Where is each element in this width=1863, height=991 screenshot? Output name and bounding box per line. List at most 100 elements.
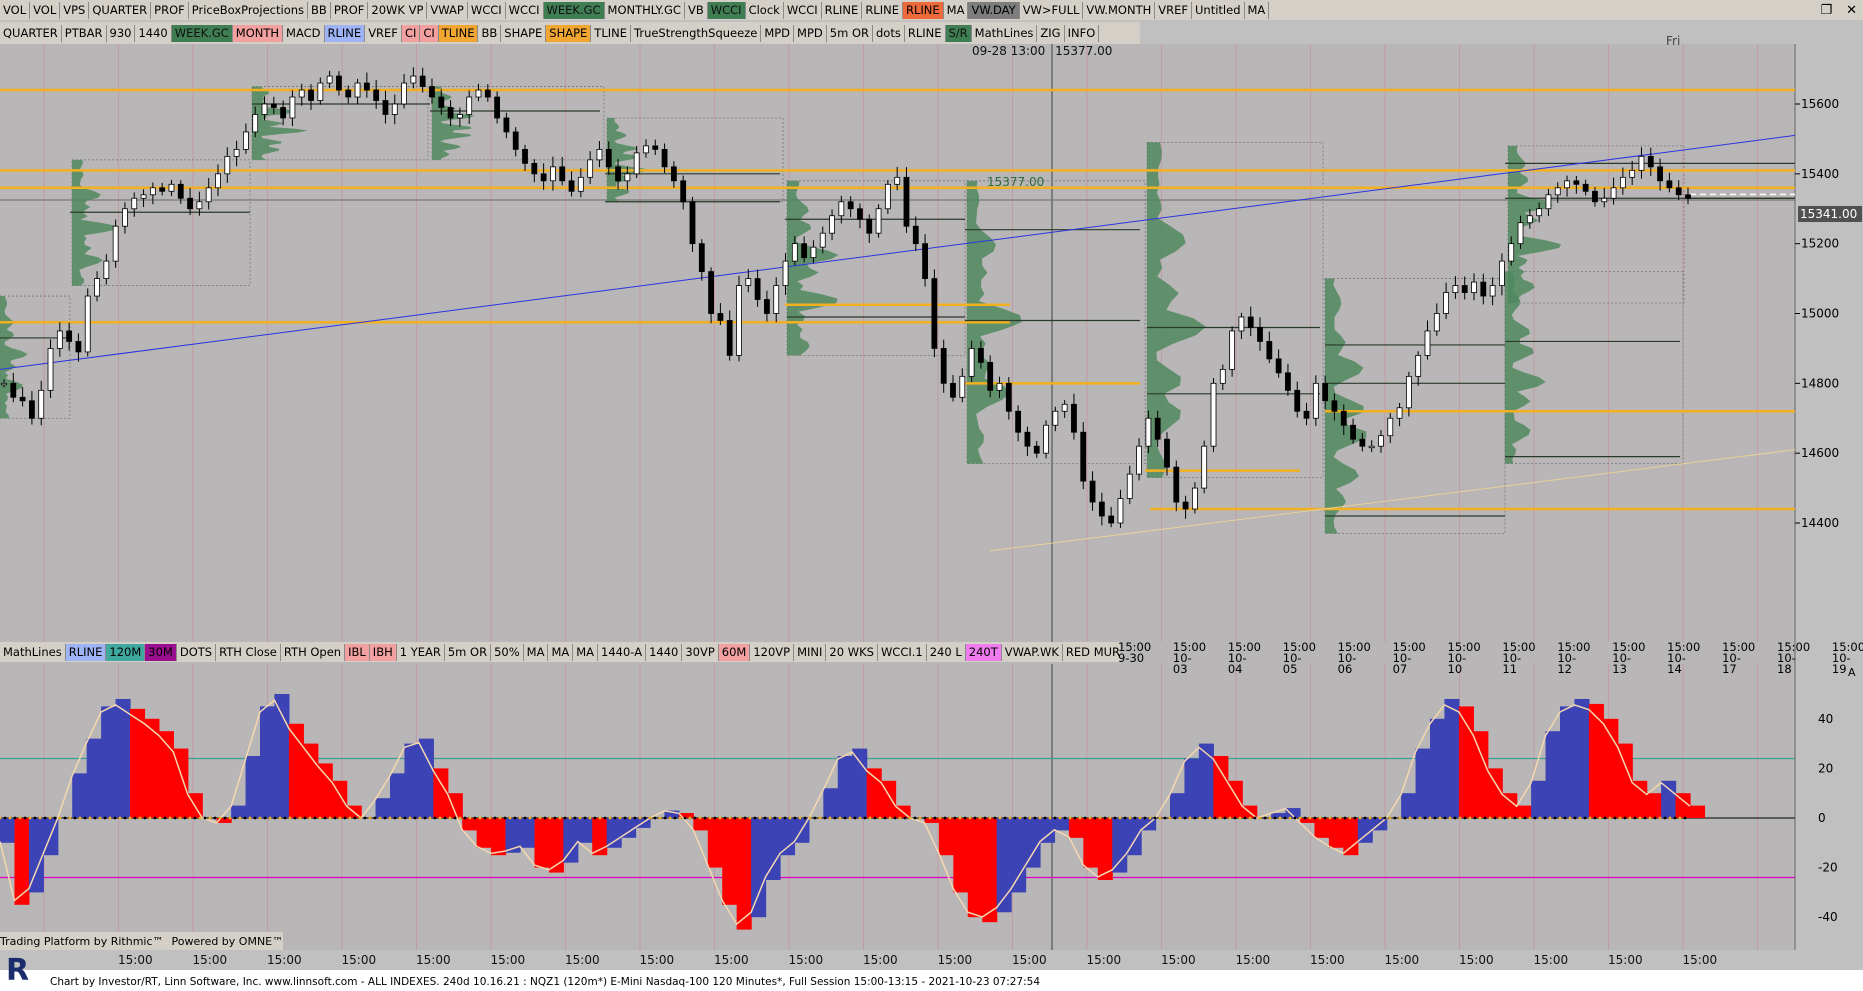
indicator-button-23[interactable]: MathLines — [972, 24, 1038, 42]
tool-button-5[interactable]: PriceBoxProjections — [189, 1, 309, 19]
tool-button-26[interactable]: Untitled — [1192, 1, 1245, 19]
tool-button-13[interactable]: MONTHLY.GC — [605, 1, 685, 19]
indicator-button-1[interactable]: PTBAR — [62, 24, 107, 42]
tool-button-22[interactable]: VW.DAY — [968, 1, 1020, 19]
tool-button-15[interactable]: WCCI — [707, 1, 746, 19]
overlay-button-20[interactable]: MINI — [794, 643, 827, 661]
overlay-button-24[interactable]: 240T — [965, 643, 1002, 661]
tool-button-3[interactable]: QUARTER — [89, 1, 152, 19]
candle-body — [1294, 389, 1301, 412]
tool-button-19[interactable]: RLINE — [862, 1, 903, 19]
indicator-button-18[interactable]: MPD — [794, 24, 827, 42]
overlay-button-10[interactable]: 5m OR — [445, 643, 492, 661]
indicator-button-20[interactable]: dots — [873, 24, 905, 42]
restore-icon[interactable]: ❐ — [1820, 3, 1832, 18]
indicator-button-25[interactable]: INFO — [1065, 24, 1100, 42]
overlay-button-3[interactable]: 30M — [145, 643, 177, 661]
tool-button-27[interactable]: MA — [1245, 1, 1270, 19]
overlay-button-22[interactable]: WCCI.1 — [878, 643, 927, 661]
indicator-button-22[interactable]: S/R — [945, 24, 972, 42]
candle-body — [1322, 382, 1329, 402]
indicator-button-0[interactable]: QUARTER — [0, 24, 62, 42]
indicator-button-17[interactable]: MPD — [761, 24, 795, 42]
overlay-button-4[interactable]: DOTS — [177, 643, 217, 661]
indicator-button-8[interactable]: VREF — [365, 24, 402, 42]
overlay-button-11[interactable]: 50% — [491, 643, 524, 661]
indicator-button-13[interactable]: SHAPE — [501, 24, 547, 42]
overlay-button-19[interactable]: 120VP — [750, 643, 795, 661]
tool-button-14[interactable]: VB — [685, 1, 708, 19]
indicator-button-24[interactable]: ZIG — [1037, 24, 1065, 42]
overlay-button-7[interactable]: IBL — [345, 643, 370, 661]
window-controls: ❐ ✕ — [1820, 0, 1857, 20]
price-chart[interactable]: 15600 15400 15200 15000 14800 14600 14400 15377… — [0, 44, 1863, 664]
indicator-button-7[interactable]: RLINE — [324, 24, 366, 42]
indicator-button-3[interactable]: 1440 — [135, 24, 172, 42]
overlay-button-13[interactable]: MA — [548, 643, 574, 661]
tool-button-24[interactable]: VW.MONTH — [1083, 1, 1156, 19]
overlay-button-25[interactable]: VWAP.WK — [1002, 643, 1063, 661]
overlay-button-5[interactable]: RTH Close — [216, 643, 281, 661]
osc-zero-dot — [1063, 816, 1067, 820]
indicator-button-15[interactable]: TLINE — [591, 24, 631, 42]
overlay-button-15[interactable]: 1440-A — [598, 643, 647, 661]
tool-button-11[interactable]: WCCI — [506, 1, 544, 19]
tool-button-7[interactable]: PROF — [331, 1, 369, 19]
indicator-button-14[interactable]: SHAPE — [546, 24, 592, 42]
overlay-button-8[interactable]: IBH — [369, 643, 397, 661]
close-icon[interactable]: ✕ — [1846, 3, 1857, 18]
date-tick: 15:00 10-13 — [1612, 641, 1645, 675]
tool-button-2[interactable]: VPS — [60, 1, 90, 19]
tool-button-0[interactable]: VOL — [0, 1, 31, 19]
tool-button-18[interactable]: RLINE — [822, 1, 863, 19]
tool-button-4[interactable]: PROF — [151, 1, 189, 19]
indicator-button-11[interactable]: TLINE — [438, 24, 479, 42]
overlay-button-0[interactable]: MathLines — [0, 643, 66, 661]
overlay-button-2[interactable]: 120M — [106, 643, 146, 661]
overlay-button-1[interactable]: RLINE — [65, 643, 107, 661]
tool-button-9[interactable]: VWAP — [427, 1, 468, 19]
tool-button-12[interactable]: WEEK.GC — [543, 1, 605, 19]
indicator-button-4[interactable]: WEEK.GC — [171, 24, 233, 42]
osc-zero-dot — [1463, 816, 1467, 820]
indicator-button-16[interactable]: TrueStrengthSqueeze — [631, 24, 762, 42]
overlay-button-17[interactable]: 30VP — [682, 643, 719, 661]
candle-body — [922, 243, 928, 279]
overlay-button-18[interactable]: 60M — [718, 643, 751, 661]
tool-button-21[interactable]: MA — [944, 1, 969, 19]
overlay-button-26[interactable]: RED MURRAY — [1063, 644, 1120, 661]
indicator-button-9[interactable]: CI — [401, 24, 421, 42]
indicator-button-2[interactable]: 930 — [107, 24, 136, 42]
tool-button-16[interactable]: Clock — [746, 1, 784, 19]
indicator-button-12[interactable]: BB — [478, 24, 502, 42]
indicator-button-19[interactable]: 5m OR — [827, 24, 873, 42]
tool-button-1[interactable]: VOL — [30, 1, 61, 19]
overlay-button-6[interactable]: RTH Open — [281, 643, 346, 661]
indicator-button-5[interactable]: MONTH — [232, 24, 284, 42]
candle-body — [1517, 222, 1524, 245]
tool-button-10[interactable]: WCCI — [468, 1, 506, 19]
osc-zero-dot — [1298, 816, 1302, 820]
overlay-button-16[interactable]: 1440 — [646, 643, 683, 661]
overlay-button-12[interactable]: MA — [524, 643, 549, 661]
osc-zero-dot — [1183, 816, 1187, 820]
osc-zero-dot — [968, 816, 972, 820]
tool-button-25[interactable]: VREF — [1155, 1, 1192, 19]
tool-button-23[interactable]: VW>FULL — [1020, 1, 1084, 19]
indicator-button-21[interactable]: RLINE — [905, 24, 946, 42]
tool-button-17[interactable]: WCCI — [784, 1, 822, 19]
osc-zero-dot — [958, 816, 962, 820]
osc-zero-dot — [653, 816, 657, 820]
indicator-button-6[interactable]: MACD — [283, 24, 325, 42]
overlay-button-9[interactable]: 1 YEAR — [397, 643, 445, 661]
overlay-button-21[interactable]: 20 WKS — [826, 643, 878, 661]
oscillator-panel[interactable]: 40200-20-40A15:00 15:00 15:00 15:00 15:00 15:… — [0, 664, 1863, 970]
overlay-button-14[interactable]: MA — [573, 643, 599, 661]
osc-zero-dot — [1258, 816, 1262, 820]
tool-button-20[interactable]: RLINE — [902, 1, 944, 19]
overlay-button-23[interactable]: 240 L — [927, 643, 966, 661]
osc-zero-dot — [1598, 816, 1602, 820]
indicator-button-10[interactable]: CI — [420, 24, 439, 42]
tool-button-8[interactable]: 20WK VP — [368, 1, 428, 19]
tool-button-6[interactable]: BB — [308, 1, 331, 19]
